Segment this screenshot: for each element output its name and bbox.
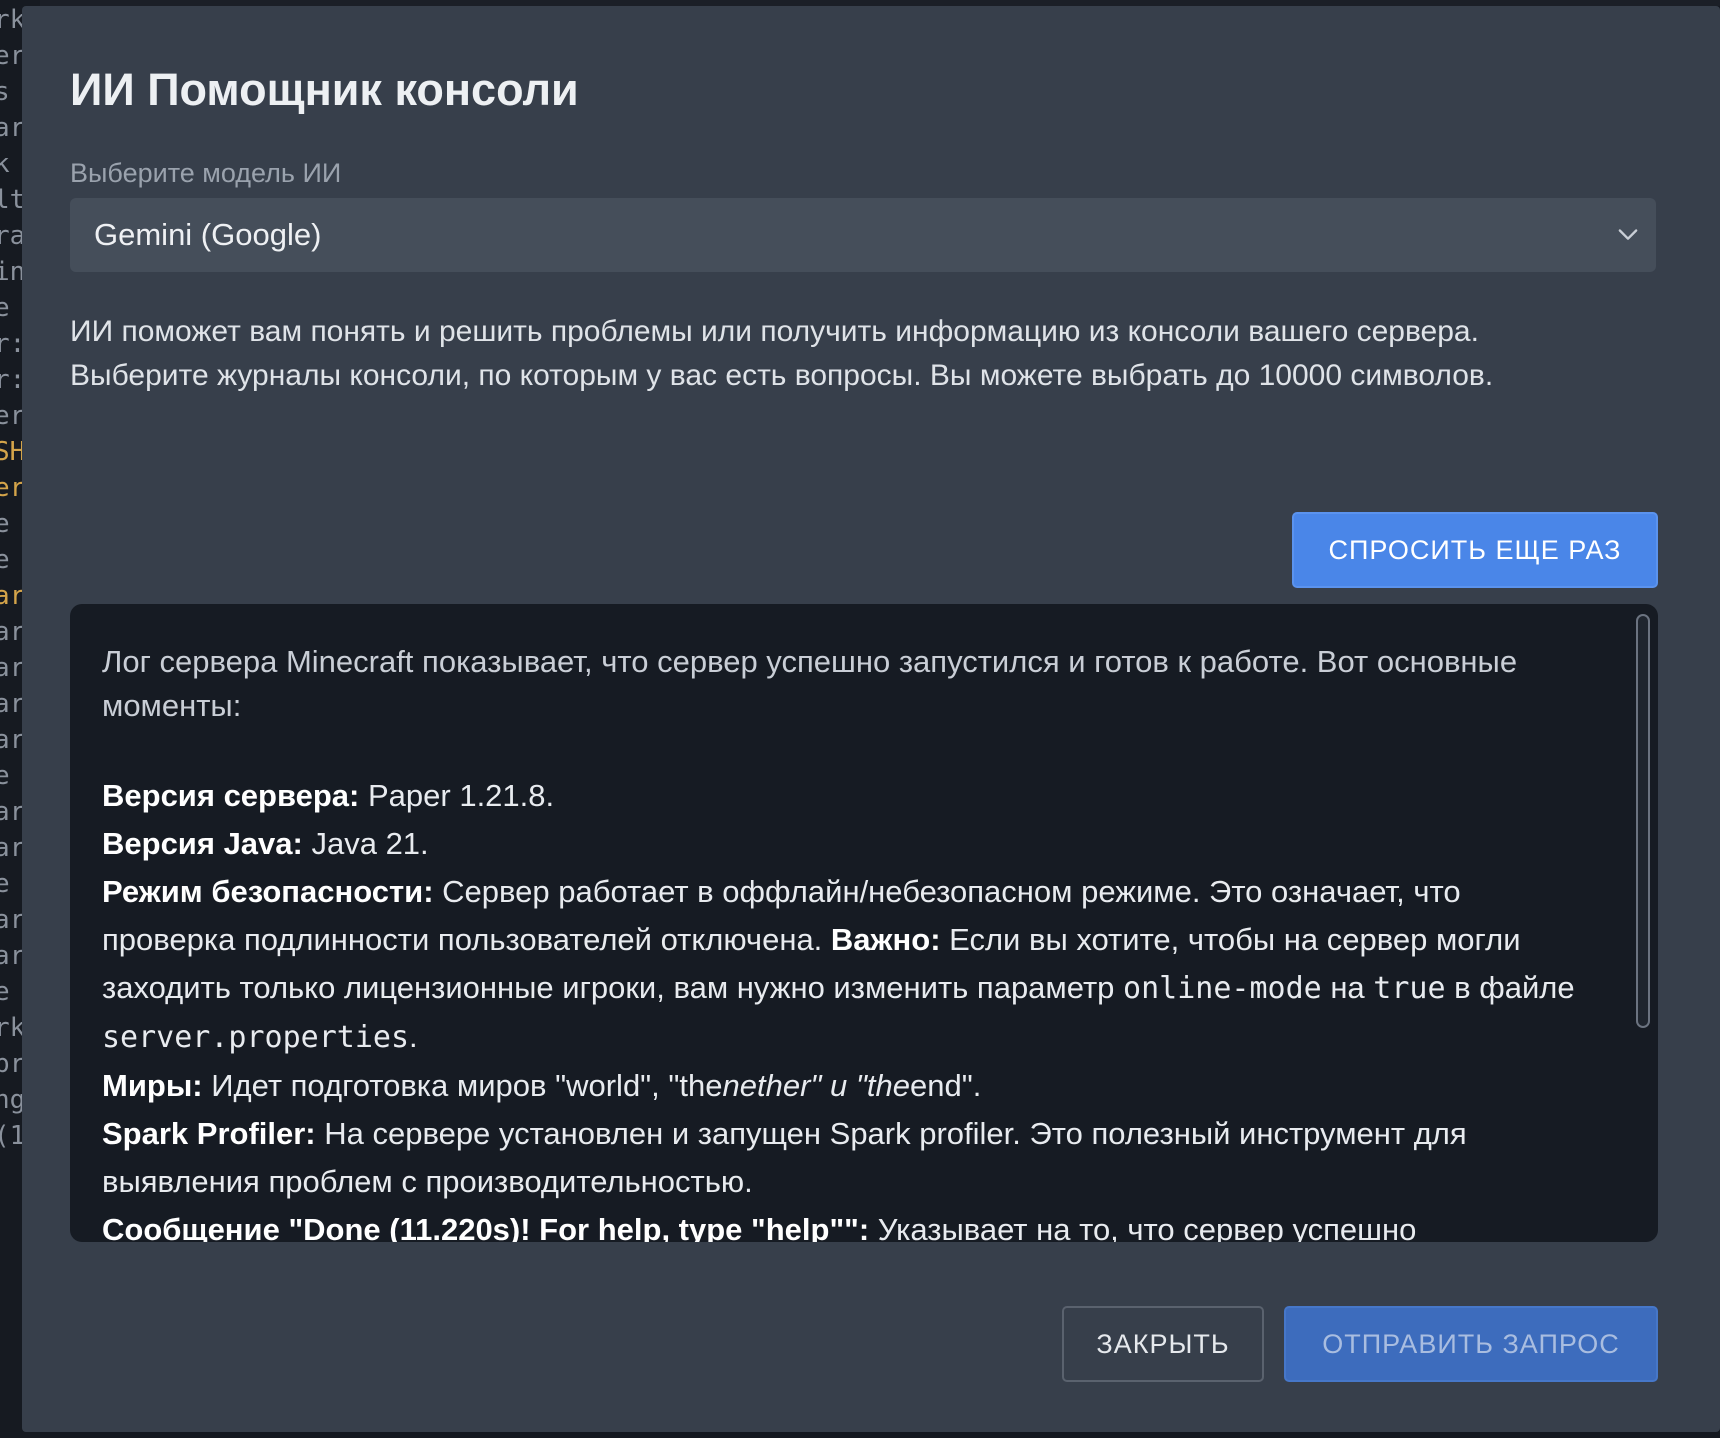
response-intro: Лог сервера Minecraft показывает, что се… — [102, 644, 1518, 723]
response-item-label: Важно: — [830, 922, 941, 957]
response-item-text: в файле — [1445, 970, 1575, 1005]
response-item-text: . — [409, 1019, 418, 1054]
response-item-security-mode: Режим безопасности: Сервер работает в оф… — [102, 868, 1602, 1062]
response-item-text: Paper 1.21.8. — [359, 778, 555, 813]
ai-response-text: Лог сервера Minecraft показывает, что се… — [102, 640, 1602, 1242]
model-select-value: Gemini (Google) — [94, 217, 322, 252]
response-item-label: Spark Profiler: — [102, 1116, 316, 1151]
send-request-button[interactable]: ОТПРАВИТЬ ЗАПРОС — [1284, 1306, 1658, 1382]
ask-again-button[interactable]: СПРОСИТЬ ЕЩЕ РАЗ — [1292, 512, 1658, 588]
response-item-text: nether" и "the — [722, 1068, 910, 1103]
response-item-label: Режим безопасности: — [102, 874, 434, 909]
response-item-text: Указывает на то, что сервер успешно — [869, 1212, 1417, 1242]
model-select[interactable]: Gemini (Google) — [70, 198, 1656, 272]
response-item-java-version: Версия Java: Java 21. — [102, 820, 1602, 868]
response-item-label: Сообщение "Done (11.220s)! For help, typ… — [102, 1212, 870, 1242]
modal-description: ИИ поможет вам понять и решить проблемы … — [70, 310, 1660, 398]
ai-assistant-modal: ИИ Помощник консоли Выберите модель ИИ G… — [22, 6, 1720, 1432]
response-item-worlds: Миры: Идет подготовка миров "world", "th… — [102, 1062, 1602, 1110]
inline-code: true — [1373, 971, 1446, 1006]
description-line: ИИ поможет вам понять и решить проблемы … — [70, 315, 1479, 348]
response-item-label: Версия Java: — [102, 826, 303, 861]
response-item-label: Миры: — [102, 1068, 203, 1103]
inline-code: server.properties — [102, 1020, 410, 1055]
response-item-spark: Spark Profiler: На сервере установлен и … — [102, 1110, 1602, 1206]
description-line: Выберите журналы консоли, по которым у в… — [70, 359, 1494, 392]
response-item-label: Версия сервера: — [102, 778, 360, 813]
inline-code: online-mode — [1123, 971, 1322, 1006]
model-select-label: Выберите модель ИИ — [70, 158, 342, 188]
response-item-done: Сообщение "Done (11.220s)! For help, typ… — [102, 1206, 1602, 1242]
response-item-server-version: Версия сервера: Paper 1.21.8. — [102, 772, 1602, 820]
response-item-text: на — [1321, 970, 1374, 1005]
response-scrollbar[interactable] — [1636, 614, 1650, 1028]
chevron-down-icon — [1618, 229, 1638, 240]
response-item-text: Идет подготовка миров "world", "the — [202, 1068, 723, 1103]
response-item-text: Java 21. — [302, 826, 429, 861]
close-button[interactable]: ЗАКРЫТЬ — [1062, 1306, 1264, 1382]
response-item-text: end". — [909, 1068, 982, 1103]
ai-response-panel[interactable]: Лог сервера Minecraft показывает, что се… — [70, 604, 1658, 1242]
modal-title: ИИ Помощник консоли — [70, 64, 579, 115]
